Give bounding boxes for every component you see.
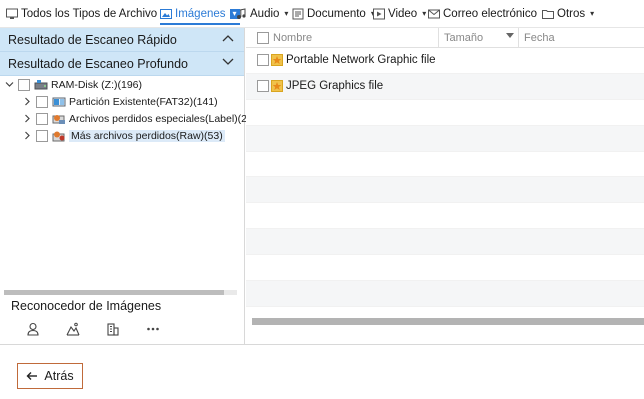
scrollbar-thumb[interactable] [252,318,644,325]
filter-label: Imágenes [175,7,226,20]
tree-checkbox[interactable] [18,79,30,91]
row-name: JPEG Graphics file [286,80,384,93]
file-group-icon [271,80,283,93]
scrollbar-thumb[interactable] [4,290,224,295]
special-files-icon [52,113,66,125]
column-name[interactable]: Nombre [273,32,312,44]
file-list-horizontal-scrollbar[interactable] [252,318,644,325]
tree-node-label: RAM-Disk (Z:)(196) [51,79,142,91]
arrow-left-icon [26,369,38,384]
filter-label: Correo electrónico [443,8,537,20]
collapse-arrow-icon[interactable] [22,131,32,142]
filter-document[interactable]: Documento ▾ [292,5,379,23]
file-list-rows: Portable Network Graphic file JPEG Graph… [246,48,644,318]
filter-label: Todos los Tipos de Archivo [21,8,158,20]
filter-others[interactable]: Otros ▾ [542,5,598,23]
table-row-empty [246,203,644,230]
filter-label: Audio [250,8,280,20]
chevron-down-icon[interactable] [222,58,234,69]
filter-audio[interactable]: Audio ▾ [235,5,292,23]
file-list-pane: Nombre Tamaño Fecha Portable Network Gra… [246,28,644,344]
folder-icon [542,8,554,20]
column-divider[interactable] [518,28,519,48]
more-icon[interactable] [144,321,162,337]
deep-scan-label: Resultado de Escaneo Profundo [8,56,188,71]
table-row-empty [246,177,644,204]
filter-label: Documento [307,8,366,20]
table-row[interactable]: JPEG Graphics file [246,73,644,100]
image-recognizer-title: Reconocedor de Imágenes [11,299,162,313]
scan-results-sidebar: Resultado de Escaneo Rápido Resultado de… [0,28,251,344]
tree-node-existing-partition[interactable]: Partición Existente(FAT32)(141) [22,96,218,108]
file-group-icon [271,54,283,67]
recognizer-icons [24,321,162,337]
row-checkbox[interactable] [257,54,269,67]
collapse-arrow-icon[interactable] [22,97,32,108]
tree-node-label: Archivos perdidos especiales(Label)(2) [69,113,251,125]
table-row-empty [246,125,644,152]
tree-node-label: Más archivos perdidos(Raw)(53) [69,130,225,142]
tree-checkbox[interactable] [36,130,48,142]
filter-images[interactable]: Imágenes ▾ [160,5,240,25]
table-row[interactable]: Portable Network Graphic file [246,48,644,74]
tree-checkbox[interactable] [36,113,48,125]
document-icon [292,8,304,20]
deep-scan-header[interactable]: Resultado de Escaneo Profundo [0,52,244,76]
table-row-empty [246,229,644,256]
select-all-checkbox[interactable] [257,32,269,44]
collapse-arrow-icon[interactable] [22,114,32,125]
chevron-up-icon[interactable] [222,34,234,45]
lost-files-icon [52,130,66,142]
tree-node-special-lost-files[interactable]: Archivos perdidos especiales(Label)(2) [22,113,251,125]
tree-node-label: Partición Existente(FAT32)(141) [69,96,218,108]
chevron-down-icon[interactable]: ▾ [590,10,598,18]
person-icon[interactable] [24,321,42,337]
quick-scan-header[interactable]: Resultado de Escaneo Rápido [0,28,244,52]
building-icon[interactable] [104,321,122,337]
expand-arrow-icon[interactable] [4,80,14,91]
mail-icon [428,8,440,20]
back-button[interactable]: Atrás [17,363,83,389]
row-checkbox[interactable] [257,80,269,93]
filter-all-types[interactable]: Todos los Tipos de Archivo [6,5,157,23]
back-label: Atrás [44,369,74,383]
table-row-empty [246,99,644,126]
table-row-empty [246,281,644,307]
image-icon [160,8,172,20]
table-row-empty [246,255,644,282]
monitor-icon [6,8,18,20]
quick-scan-label: Resultado de Escaneo Rápido [8,32,177,47]
filter-label: Otros [557,8,586,20]
file-type-filter-bar: Todos los Tipos de Archivo Imágenes ▾ Au… [0,0,644,28]
file-list-header: Nombre Tamaño Fecha [246,28,644,48]
landscape-icon[interactable] [64,321,82,337]
row-name: Portable Network Graphic file [286,54,436,67]
music-note-icon [235,8,247,20]
scan-tree: RAM-Disk (Z:)(196) Partición Existente(F… [0,76,251,286]
partition-icon [52,96,66,108]
column-date[interactable]: Fecha [524,32,555,44]
sidebar-horizontal-scrollbar[interactable] [4,290,237,295]
filter-video[interactable]: Video ▾ [373,5,430,23]
column-divider[interactable] [438,28,439,48]
footer-bar: Atrás [0,344,644,399]
tree-checkbox[interactable] [36,96,48,108]
tree-node-more-lost-files[interactable]: Más archivos perdidos(Raw)(53) [22,130,225,142]
filter-email[interactable]: Correo electrónico ▾ [428,5,550,23]
filter-label: Video [388,8,418,20]
image-recognizer-panel: Reconocedor de Imágenes [0,296,244,344]
sort-down-icon[interactable] [506,30,514,42]
drive-icon [34,79,48,91]
column-size[interactable]: Tamaño [444,32,483,44]
tree-node-ram-disk[interactable]: RAM-Disk (Z:)(196) [4,79,142,91]
table-row-empty [246,151,644,178]
video-icon [373,8,385,20]
